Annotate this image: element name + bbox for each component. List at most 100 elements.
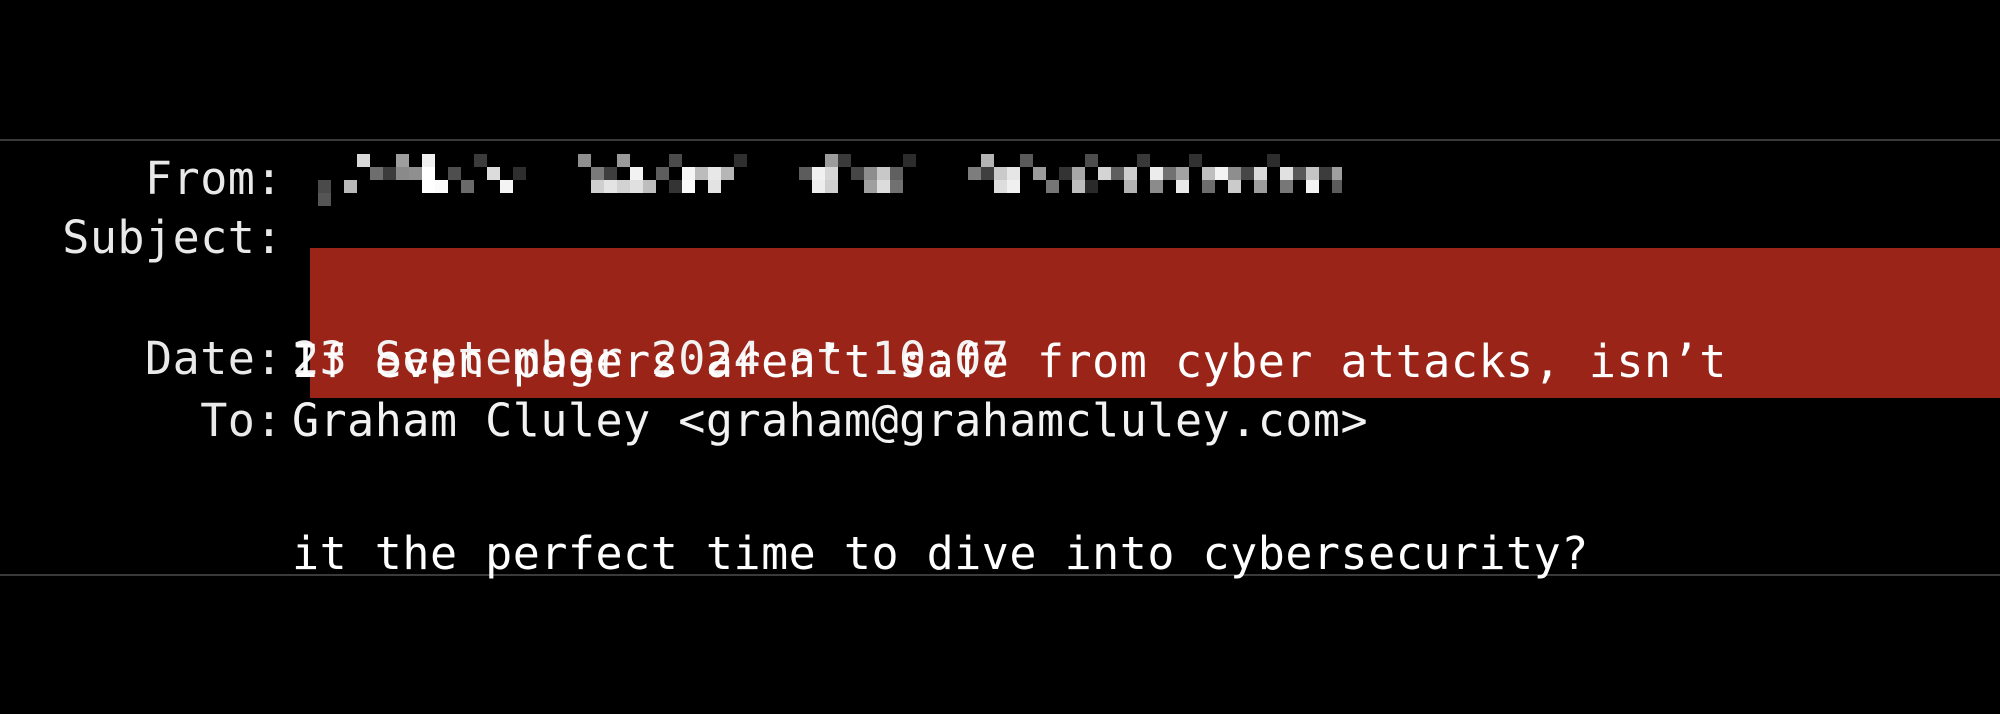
redaction-block [695, 167, 708, 180]
redaction-block [474, 154, 487, 167]
redaction-block [1267, 154, 1280, 167]
redaction-block [1332, 180, 1342, 193]
redaction-block [864, 167, 877, 180]
redaction-block [682, 167, 695, 180]
redaction-block [1202, 180, 1215, 193]
from-value-redacted [292, 154, 1342, 206]
redaction-block [422, 180, 435, 193]
redaction-block [500, 180, 513, 193]
date-label: Date: [145, 332, 283, 385]
redaction-block [422, 167, 435, 180]
redaction-block [1332, 167, 1342, 180]
redaction-block [1293, 167, 1306, 180]
redaction-block [435, 180, 448, 193]
redaction-block [1228, 167, 1241, 180]
redaction-block [734, 154, 747, 167]
redaction-block [825, 180, 838, 193]
redaction-block [318, 180, 331, 193]
redaction-block [591, 167, 604, 180]
redaction-block [838, 154, 851, 167]
redaction-block [422, 154, 435, 167]
redaction-block [890, 167, 903, 180]
redaction-block [1020, 154, 1033, 167]
redaction-block [682, 180, 695, 193]
redaction-block [1189, 154, 1202, 167]
redaction-block [1176, 180, 1189, 193]
redaction-block [448, 167, 461, 180]
redaction-block [864, 180, 877, 193]
redaction-block [1150, 167, 1163, 180]
subject-line-2: it the perfect time to dive into cyberse… [292, 527, 1589, 580]
redaction-block [994, 167, 1007, 180]
redaction-block [981, 154, 994, 167]
redaction-block [1046, 180, 1059, 193]
redaction-block [461, 180, 474, 193]
to-label: To: [200, 394, 283, 447]
redaction-block [630, 167, 643, 180]
redaction-block [487, 167, 500, 180]
redaction-block [591, 180, 604, 193]
redaction-block [656, 167, 669, 180]
redaction-block [1124, 167, 1137, 180]
redaction-block [617, 154, 630, 167]
header-row-subject: Subject: If even pagers aren’t safe from… [0, 204, 2000, 712]
redaction-block [1072, 167, 1085, 180]
redaction-block [1280, 167, 1293, 180]
redaction-block [669, 154, 682, 167]
redaction-block [1085, 180, 1098, 193]
redaction-block [1306, 167, 1319, 180]
redaction-block [1085, 154, 1098, 167]
redaction-block [1072, 180, 1085, 193]
redaction-block [630, 180, 643, 193]
redaction-block [1007, 167, 1020, 180]
redaction-block [994, 180, 1007, 193]
redaction-block [1007, 180, 1020, 193]
redaction-block [877, 167, 890, 180]
redaction-block [1202, 167, 1215, 180]
redaction-block [409, 167, 422, 180]
redaction-block [1033, 167, 1046, 180]
subject-label: Subject: [62, 211, 283, 264]
redaction-block [1111, 167, 1124, 180]
redaction-block [812, 180, 825, 193]
redaction-block [825, 167, 838, 180]
redaction-block [1319, 167, 1332, 180]
header-row-from: From: [0, 148, 2000, 210]
divider-top [0, 139, 2000, 141]
redaction-block [1137, 154, 1150, 167]
redaction-block [1150, 180, 1163, 193]
redaction-block [890, 180, 903, 193]
redaction-block [1176, 167, 1189, 180]
redaction-block [825, 154, 838, 167]
redaction-block [1254, 167, 1267, 180]
redaction-block [981, 167, 994, 180]
redaction-block [396, 154, 409, 167]
redaction-block [1163, 167, 1176, 180]
redaction-block [383, 167, 396, 180]
redaction-block [1254, 180, 1267, 193]
redaction-block [370, 167, 383, 180]
email-header-fields: From: Subject: If even pagers aren’t saf… [0, 142, 2000, 580]
redaction-block [1124, 180, 1137, 193]
redaction-block [669, 180, 682, 193]
redaction-block [1215, 167, 1228, 180]
redaction-block [708, 180, 721, 193]
redaction-block [799, 167, 812, 180]
email-header-screenshot: From: Subject: If even pagers aren’t saf… [0, 0, 2000, 714]
redaction-block [357, 154, 370, 167]
redaction-block [721, 167, 734, 180]
redaction-block [604, 180, 617, 193]
redaction-block [513, 167, 526, 180]
redaction-block [968, 167, 981, 180]
redaction-block [877, 180, 890, 193]
subject-value: If even pagers aren’t safe from cyber at… [292, 204, 1727, 712]
redaction-block [812, 167, 825, 180]
redaction-block [344, 180, 357, 193]
redaction-block [1228, 180, 1241, 193]
redaction-block [1280, 180, 1293, 193]
redaction-block [643, 180, 656, 193]
redaction-block [1306, 180, 1319, 193]
redaction-block [604, 167, 617, 180]
redaction-block [1241, 167, 1254, 180]
redaction-block [1059, 167, 1072, 180]
